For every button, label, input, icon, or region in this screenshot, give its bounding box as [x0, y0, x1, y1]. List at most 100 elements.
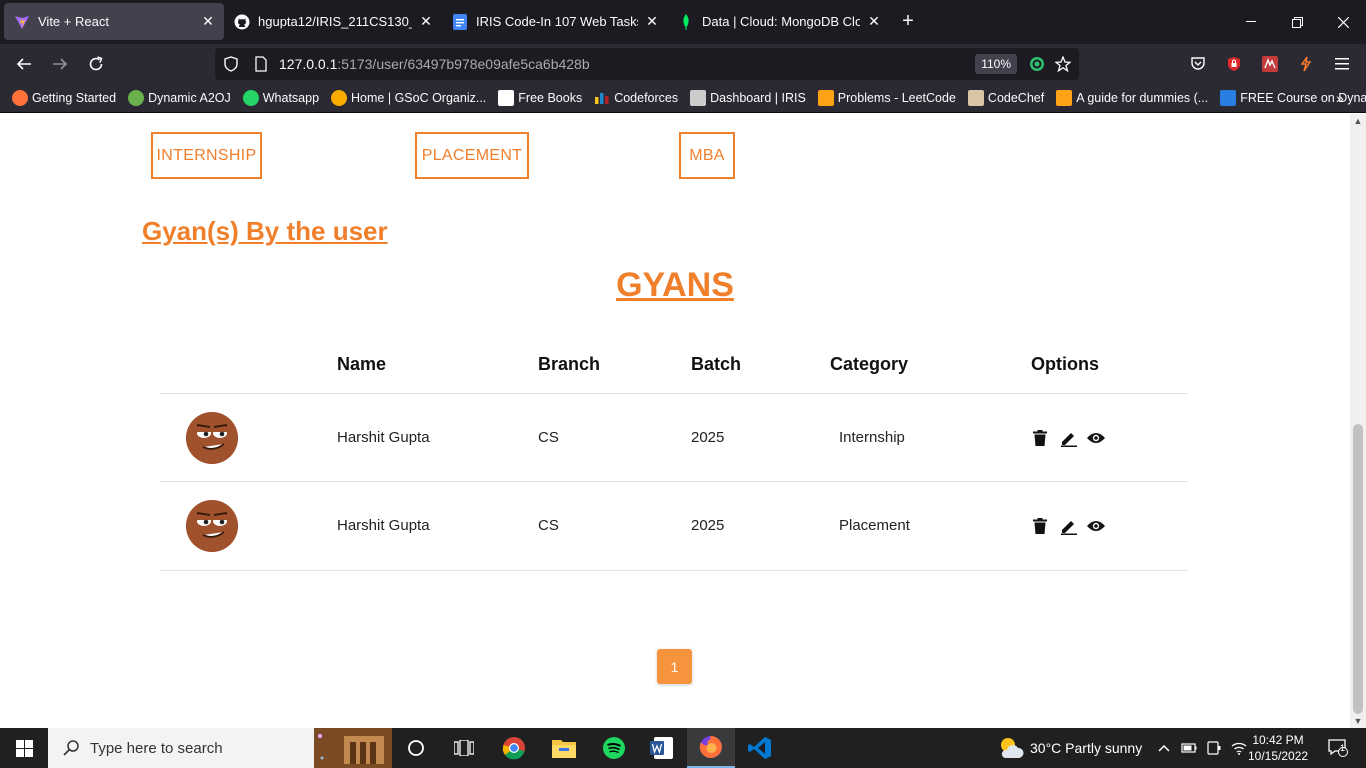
weather-widget[interactable]: 30°C Partly sunny: [998, 728, 1142, 768]
windows-taskbar: Type here to search 30°C Partly sunny 10…: [0, 728, 1366, 768]
back-arrow-icon[interactable]: [6, 48, 42, 80]
firefox-taskbar-icon[interactable]: [687, 728, 735, 768]
edit-pencil-icon[interactable]: [1059, 429, 1077, 447]
view-eye-icon[interactable]: [1087, 429, 1105, 447]
category-internship-button[interactable]: INTERNSHIP: [151, 132, 262, 179]
bookmark-leetcode[interactable]: Problems - LeetCode: [817, 90, 956, 106]
extension-red-icon[interactable]: [1258, 52, 1282, 76]
row-category: Internship: [839, 429, 905, 446]
bookmarks-overflow-icon[interactable]: »: [1336, 90, 1344, 106]
zoom-level[interactable]: 110%: [975, 54, 1017, 74]
page-icon[interactable]: [253, 56, 269, 72]
task-view-icon[interactable]: [440, 728, 488, 768]
task-view-cortana-icon[interactable]: [392, 728, 440, 768]
category-placement-button[interactable]: PLACEMENT: [415, 132, 529, 179]
bookmark-dynamic-a2oj[interactable]: Dynamic A2OJ: [128, 90, 231, 106]
file-explorer-icon[interactable]: [540, 728, 588, 768]
extension-orange-icon[interactable]: [1294, 52, 1318, 76]
column-header-batch: Batch: [691, 354, 742, 374]
tab-label: Vite + React: [38, 14, 109, 29]
minimize-icon[interactable]: [1228, 0, 1274, 44]
book-icon: [498, 90, 515, 106]
codechef-icon: [967, 90, 984, 106]
row-name: Harshit Gupta: [337, 517, 430, 534]
column-header-branch: Branch: [538, 354, 601, 374]
forward-arrow-icon[interactable]: [42, 48, 78, 80]
taskbar-clock[interactable]: 10:42 PM 10/15/2022: [1248, 732, 1308, 764]
bookmark-free-books[interactable]: Free Books: [498, 90, 582, 106]
trash-icon[interactable]: [1031, 517, 1049, 535]
iris-icon: [690, 90, 707, 106]
view-eye-icon[interactable]: [1087, 517, 1105, 535]
taskbar-search-box[interactable]: Type here to search: [48, 728, 392, 768]
url-path: :5173/user/63497b978e09afe5ca6b428b: [337, 56, 590, 72]
wifi-icon[interactable]: [1228, 728, 1250, 768]
hamburger-menu-icon[interactable]: [1330, 52, 1354, 76]
bookmark-gsoc[interactable]: Home | GSoC Organiz...: [331, 90, 486, 106]
github-icon: [234, 14, 250, 30]
pocket-icon[interactable]: [1186, 52, 1210, 76]
search-highlight-image: [314, 728, 392, 768]
extension-target-icon[interactable]: [1029, 56, 1045, 72]
spotify-icon[interactable]: [590, 728, 638, 768]
chevron-up-icon[interactable]: [1154, 728, 1174, 768]
url-bar[interactable]: 127.0.0.1 :5173/user/63497b978e09afe5ca6…: [215, 48, 1079, 80]
category-mba-button[interactable]: MBA: [679, 132, 735, 179]
search-icon: [62, 739, 80, 757]
scroll-down-arrow-icon[interactable]: ▼: [1350, 714, 1366, 728]
notification-count: 1: [1340, 743, 1346, 753]
close-icon[interactable]: ✕: [866, 13, 882, 30]
page-scrollbar[interactable]: ▲ ▼: [1350, 114, 1366, 728]
browser-tab-bar: Vite + React ✕ hgupta12/IRIS_211CS130_2_…: [0, 0, 1366, 44]
row-branch: CS: [538, 429, 559, 446]
scroll-up-arrow-icon[interactable]: ▲: [1350, 114, 1366, 128]
bookmark-label: CodeChef: [987, 91, 1045, 105]
bookmark-label: Getting Started: [32, 91, 117, 105]
close-icon[interactable]: ✕: [644, 13, 660, 30]
weather-text: 30°C Partly sunny: [1030, 740, 1143, 756]
bookmark-label: A guide for dummies (...: [1076, 91, 1209, 105]
reload-icon[interactable]: [78, 48, 114, 80]
tab-github[interactable]: hgupta12/IRIS_211CS130_2_MERN ✕: [224, 3, 442, 40]
vscode-icon[interactable]: [736, 728, 784, 768]
trash-icon[interactable]: [1031, 429, 1049, 447]
tab-vite-react[interactable]: Vite + React ✕: [4, 3, 224, 40]
tab-mongodb[interactable]: Data | Cloud: MongoDB Cloud ✕: [668, 3, 890, 40]
browser-nav-bar: 127.0.0.1 :5173/user/63497b978e09afe5ca6…: [0, 44, 1366, 84]
bookmark-guide[interactable]: A guide for dummies (...: [1056, 90, 1208, 106]
bookmark-label: Dashboard | IRIS: [710, 91, 806, 105]
bookmark-label: Codeforces: [614, 91, 679, 105]
bookmark-label: Dynamic A2OJ: [148, 91, 231, 105]
word-icon[interactable]: [638, 728, 686, 768]
shield-icon[interactable]: [223, 56, 239, 72]
bookmark-iris[interactable]: Dashboard | IRIS: [690, 90, 806, 106]
ublock-icon[interactable]: [1222, 52, 1246, 76]
battery-icon[interactable]: [1178, 728, 1200, 768]
pagination-page-button[interactable]: 1: [657, 649, 692, 684]
edit-pencil-icon[interactable]: [1059, 517, 1077, 535]
bookmark-whatsapp[interactable]: Whatsapp: [242, 90, 319, 106]
column-header-category: Category: [830, 354, 909, 374]
device-icon[interactable]: [1203, 728, 1225, 768]
close-icon[interactable]: ✕: [418, 13, 434, 30]
windows-start-icon[interactable]: [0, 728, 48, 768]
bookmark-free-course[interactable]: FREE Course on Dyna...: [1220, 90, 1366, 106]
bookmark-codeforces[interactable]: Codeforces: [594, 90, 678, 106]
close-icon[interactable]: ✕: [200, 13, 216, 30]
restore-icon[interactable]: [1274, 0, 1320, 44]
new-tab-button[interactable]: +: [890, 3, 926, 40]
google-docs-icon: [452, 13, 468, 30]
row-branch: CS: [538, 517, 559, 534]
notification-center-icon[interactable]: 1: [1318, 728, 1358, 768]
gyans-title: GYANS: [616, 266, 734, 304]
close-window-icon[interactable]: [1320, 0, 1366, 44]
leetcode-icon: [817, 90, 834, 106]
chrome-icon[interactable]: [490, 728, 538, 768]
scrollbar-thumb[interactable]: [1353, 424, 1363, 714]
tab-google-docs[interactable]: IRIS Code-In 107 Web Tasks - Goo ✕: [442, 3, 668, 40]
bookmark-codechef[interactable]: CodeChef: [967, 90, 1045, 106]
table-divider: [160, 481, 1188, 482]
bookmark-star-icon[interactable]: [1054, 55, 1072, 73]
bookmark-getting-started[interactable]: Getting Started: [12, 90, 116, 106]
course-icon: [1220, 90, 1237, 106]
